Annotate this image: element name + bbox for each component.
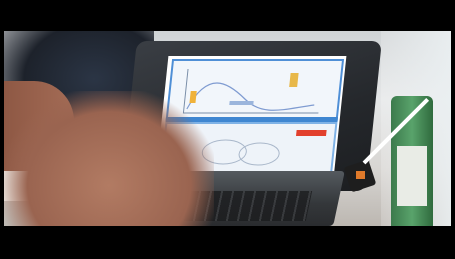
letterbox-bottom xyxy=(4,226,451,255)
letterbox-top xyxy=(4,4,451,31)
hand xyxy=(4,91,214,226)
photo-scene xyxy=(4,31,451,226)
bottle-label xyxy=(397,146,427,206)
video-frame xyxy=(4,4,451,255)
dongle-accent xyxy=(356,171,365,179)
